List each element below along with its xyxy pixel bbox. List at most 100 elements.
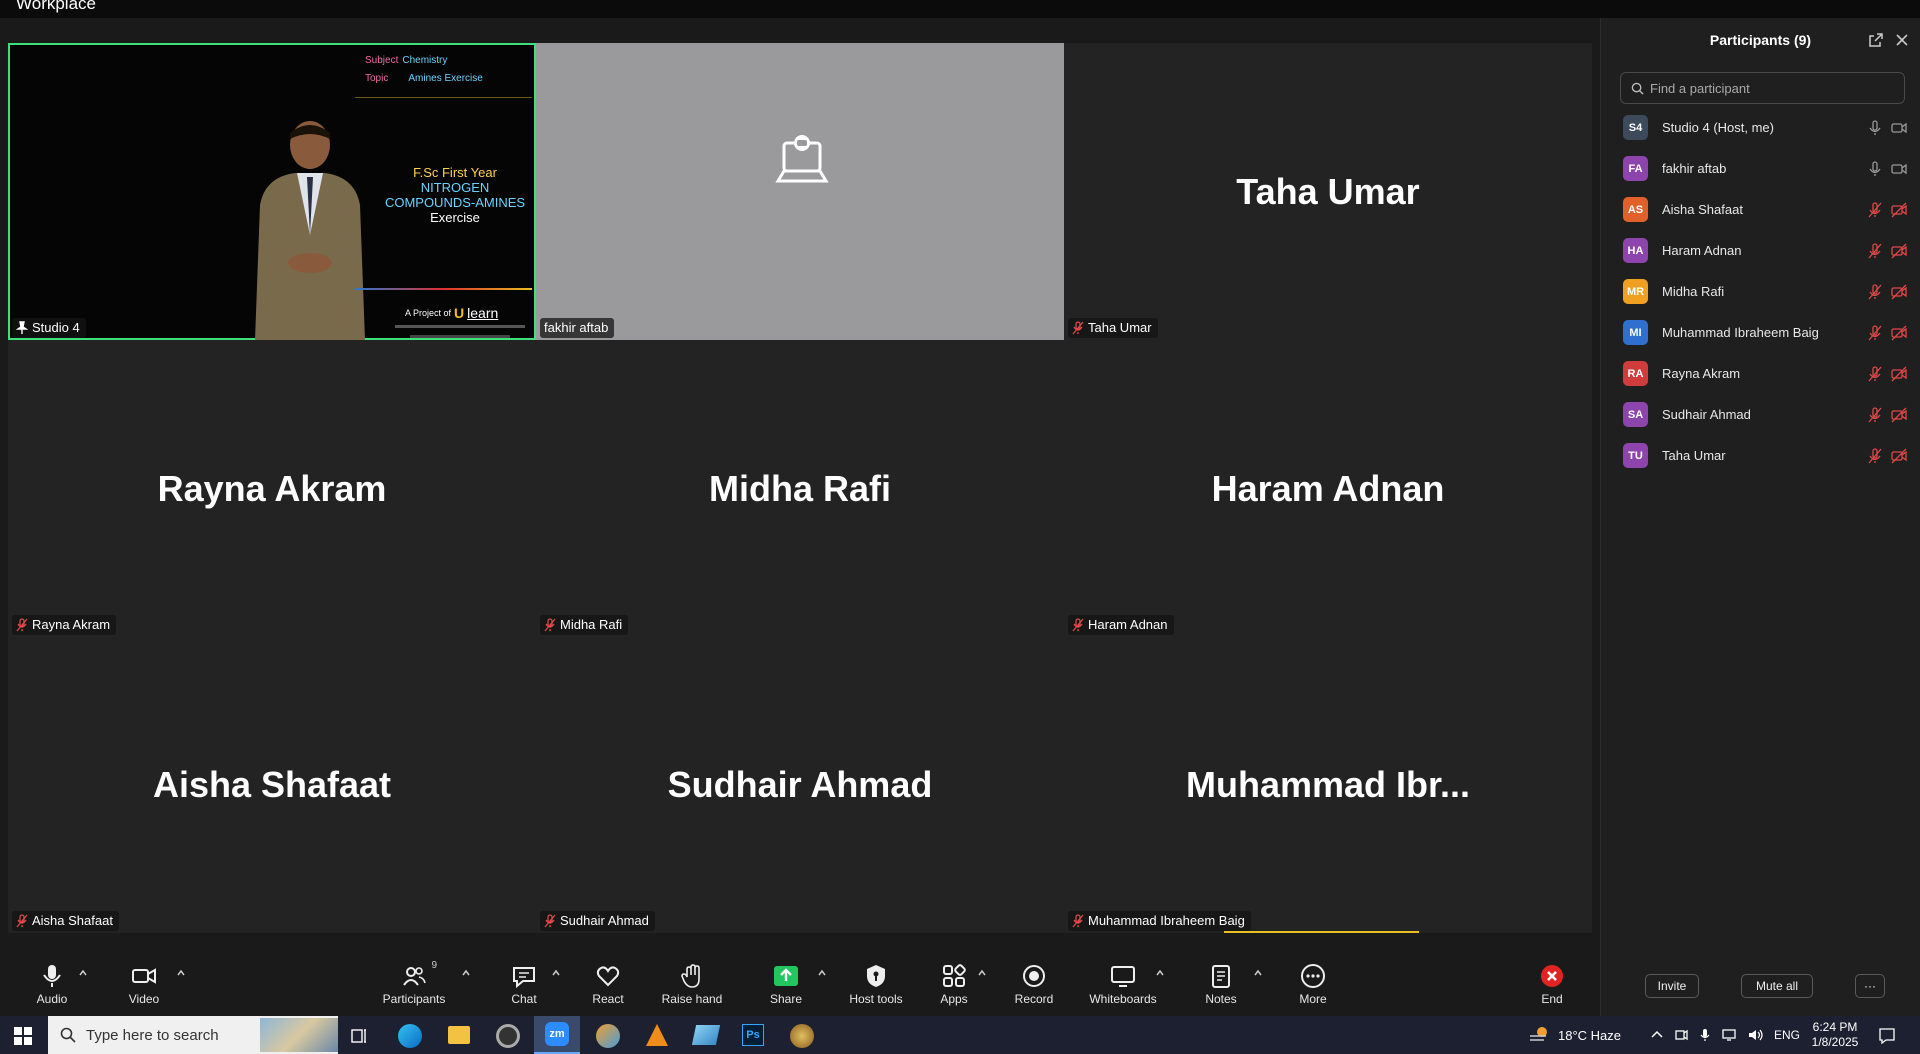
apps-button[interactable]: Apps (934, 962, 974, 1014)
notes-options-caret[interactable] (1253, 968, 1263, 978)
more-options-button[interactable]: ··· (1855, 974, 1885, 998)
audio-button[interactable]: Audio (32, 962, 72, 1014)
close-icon[interactable] (1894, 32, 1910, 48)
volume-icon[interactable] (1748, 1028, 1764, 1042)
network-icon[interactable] (1722, 1028, 1738, 1042)
microphone-icon[interactable] (1867, 120, 1883, 136)
notes-button[interactable]: Notes (1201, 962, 1241, 1014)
whiteboards-options-caret[interactable] (1155, 968, 1165, 978)
participant-display-name: Aisha Shafaat (152, 764, 392, 805)
mic-muted-icon[interactable] (1867, 366, 1883, 382)
chat-options-caret[interactable] (551, 968, 561, 978)
video-off-icon[interactable] (1891, 243, 1907, 259)
record-button[interactable]: Record (1014, 962, 1054, 1014)
video-tile-fakhir[interactable]: fakhir aftab (536, 43, 1064, 340)
video-tile-midha[interactable]: Midha Rafi Midha Rafi (536, 340, 1064, 637)
video-camera-icon (132, 968, 156, 984)
video-button[interactable]: Video (124, 962, 164, 1014)
tile-name-label: Haram Adnan (1068, 615, 1174, 635)
video-camera-icon[interactable] (1891, 120, 1907, 136)
end-meeting-button[interactable]: End (1532, 962, 1572, 1014)
app-icon[interactable] (691, 1025, 721, 1045)
taskbar-search[interactable]: Type here to search (48, 1016, 338, 1054)
participant-row[interactable]: FA fakhir aftab (1601, 148, 1920, 189)
video-off-icon[interactable] (1891, 366, 1907, 382)
pop-out-icon[interactable] (1868, 32, 1884, 48)
clock[interactable]: 6:24 PM 1/8/2025 (1810, 1016, 1860, 1054)
share-button[interactable]: Share (766, 962, 806, 1014)
language-indicator[interactable]: ENG (1774, 1028, 1800, 1042)
edge-icon[interactable] (398, 1024, 422, 1048)
pin-icon (16, 321, 28, 334)
zoom-taskbar-icon[interactable]: zm (534, 1016, 580, 1054)
search-input[interactable] (1650, 80, 1890, 96)
mic-muted-icon[interactable] (1867, 448, 1883, 464)
video-tile-studio4[interactable]: Subject Chemistry Topic Amines Exercise F.… (8, 43, 536, 340)
participants-options-caret[interactable] (461, 968, 471, 978)
chat-button[interactable]: Chat (504, 962, 544, 1014)
game-icon[interactable] (790, 1024, 814, 1048)
mic-muted-icon[interactable] (1867, 202, 1883, 218)
mic-muted-icon[interactable] (1867, 284, 1883, 300)
microphone-icon[interactable] (1867, 161, 1883, 177)
windows-start-icon[interactable] (14, 1027, 32, 1045)
chrome-recorder-icon[interactable] (496, 1024, 520, 1048)
vlc-icon[interactable] (646, 1024, 668, 1046)
audio-options-caret[interactable] (78, 968, 88, 978)
notification-icon[interactable] (1878, 1027, 1896, 1045)
mic-tray-icon[interactable] (1698, 1028, 1712, 1042)
avatar: RA (1623, 361, 1648, 386)
video-options-caret[interactable] (176, 968, 186, 978)
mic-muted-icon (544, 914, 556, 928)
participant-row[interactable]: RA Rayna Akram (1601, 353, 1920, 394)
mic-muted-icon[interactable] (1867, 243, 1883, 259)
share-options-caret[interactable] (817, 968, 827, 978)
participant-row[interactable]: TU Taha Umar (1601, 435, 1920, 476)
participant-row[interactable]: SA Sudhair Ahmad (1601, 394, 1920, 435)
chevron-up-icon[interactable] (1650, 1028, 1664, 1042)
video-camera-icon[interactable] (1891, 161, 1907, 177)
whiteboards-button[interactable]: Whiteboards (1088, 962, 1158, 1014)
video-tile-taha[interactable]: Taha Umar Taha Umar (1064, 43, 1592, 340)
participant-row[interactable]: MI Muhammad Ibraheem Baig (1601, 312, 1920, 353)
video-tile-rayna[interactable]: Rayna Akram Rayna Akram (8, 340, 536, 637)
video-off-icon[interactable] (1891, 448, 1907, 464)
mute-all-button[interactable]: Mute all (1741, 974, 1813, 998)
video-tile-aisha[interactable]: Aisha Shafaat Aisha Shafaat (8, 637, 536, 933)
video-tile-sudhair[interactable]: Sudhair Ahmad Sudhair Ahmad (536, 637, 1064, 933)
mic-muted-icon[interactable] (1867, 407, 1883, 423)
search-icon (1631, 82, 1644, 95)
participant-search[interactable] (1620, 72, 1905, 104)
video-off-icon[interactable] (1891, 325, 1907, 341)
speaking-indicator (1224, 931, 1419, 933)
video-tile-haram[interactable]: Haram Adnan Haram Adnan (1064, 340, 1592, 637)
meet-now-icon[interactable] (1674, 1028, 1688, 1042)
browser-icon[interactable] (596, 1024, 620, 1048)
participant-row[interactable]: AS Aisha Shafaat (1601, 189, 1920, 230)
video-off-icon[interactable] (1891, 284, 1907, 300)
raise-hand-button[interactable]: Raise hand (656, 962, 728, 1014)
avatar: SA (1623, 402, 1648, 427)
video-tile-muhammad[interactable]: Muhammad Ibr... Muhammad Ibraheem Baig (1064, 637, 1592, 933)
file-explorer-icon[interactable] (448, 1026, 470, 1044)
photoshop-icon[interactable]: Ps (742, 1024, 764, 1046)
more-button[interactable]: More (1293, 962, 1333, 1014)
slide-color-bar (355, 288, 532, 290)
participant-row[interactable]: S4 Studio 4 (Host, me) (1601, 107, 1920, 148)
host-tools-button[interactable]: Host tools (846, 962, 906, 1014)
participant-row[interactable]: MR Midha Rafi (1601, 271, 1920, 312)
search-highlight-image (260, 1018, 338, 1052)
taskbar-search-placeholder: Type here to search (86, 1026, 219, 1044)
whiteboard-icon (1111, 966, 1135, 987)
invite-button[interactable]: Invite (1645, 974, 1699, 998)
participant-name: Studio 4 (Host, me) (1662, 120, 1774, 135)
apps-options-caret[interactable] (977, 968, 987, 978)
participants-button[interactable]: 9 Participants (376, 960, 452, 1014)
weather-widget[interactable]: 18°C Haze (1528, 1016, 1621, 1054)
react-button[interactable]: React (588, 962, 628, 1014)
mic-muted-icon[interactable] (1867, 325, 1883, 341)
video-off-icon[interactable] (1891, 202, 1907, 218)
video-off-icon[interactable] (1891, 407, 1907, 423)
task-view-icon[interactable] (350, 1027, 368, 1045)
participant-row[interactable]: HA Haram Adnan (1601, 230, 1920, 271)
